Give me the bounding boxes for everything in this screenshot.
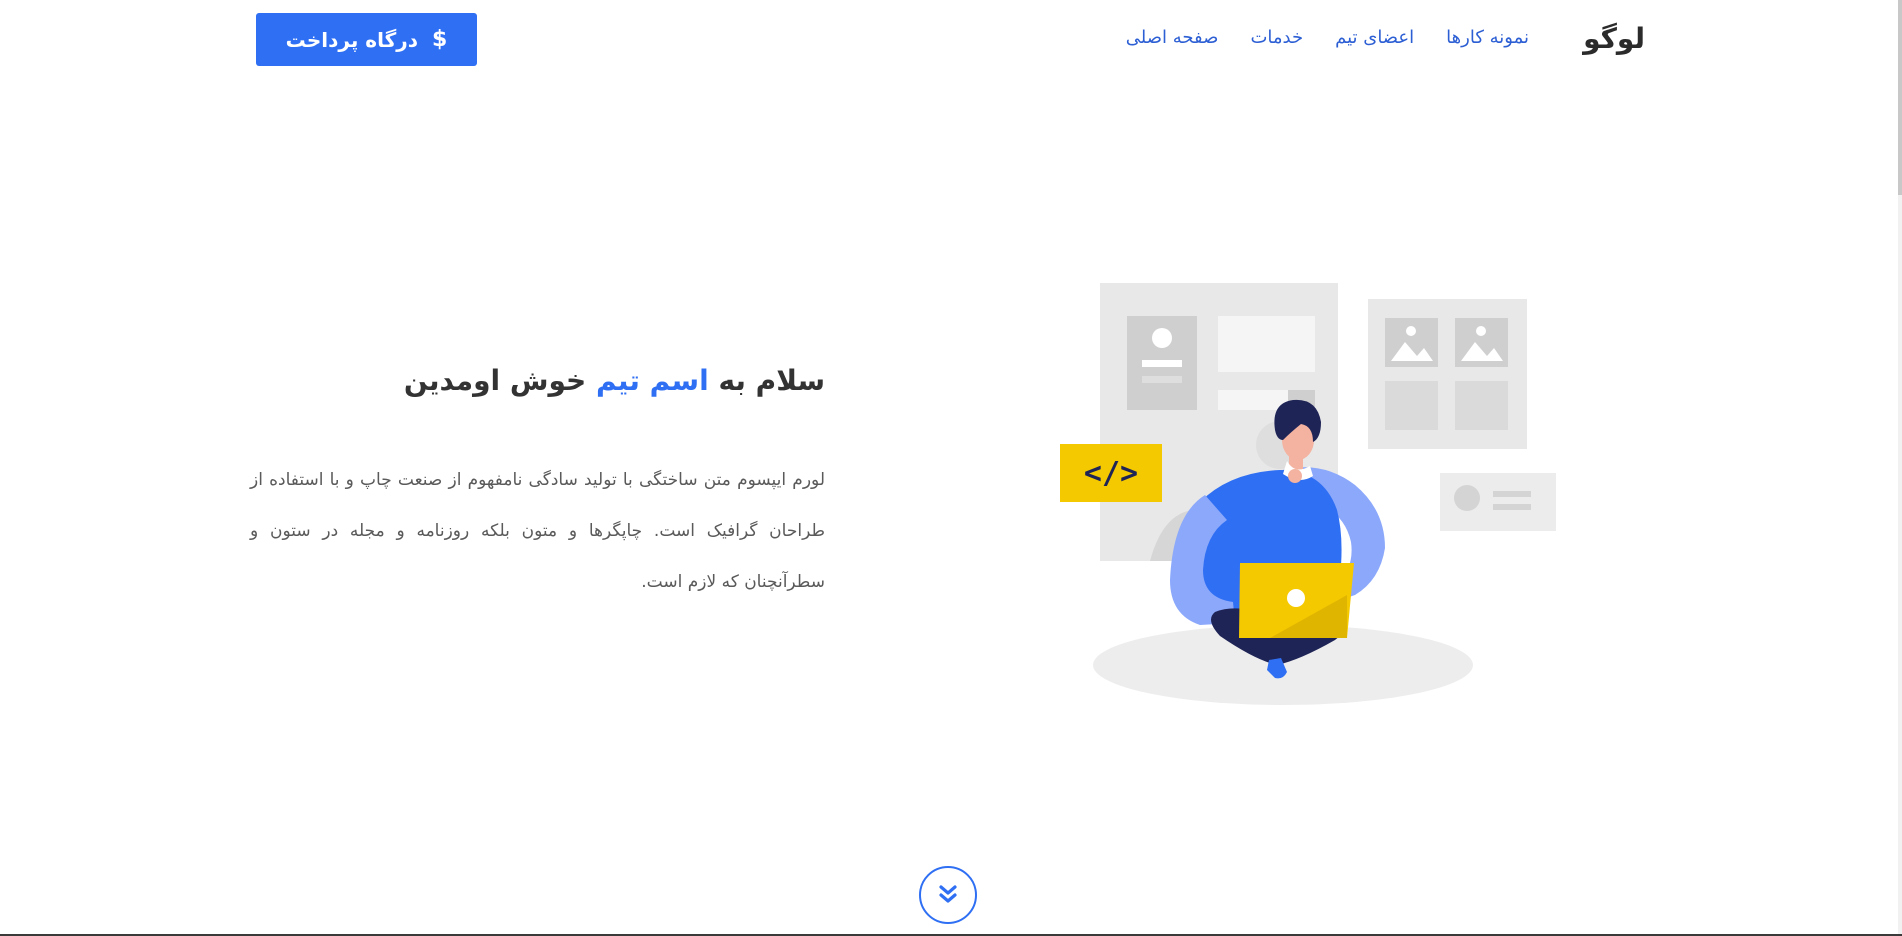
payment-gateway-button[interactable]: $ درگاه پرداخت: [256, 13, 477, 66]
profile-avatar: [1152, 328, 1172, 348]
hero-paragraph: لورم ایپسوم متن ساختگی با تولید سادگی نا…: [250, 470, 825, 592]
image-thumb-4: [1455, 381, 1508, 430]
nav-link-home[interactable]: صفحه اصلی: [1126, 27, 1219, 48]
scrollbar-thumb[interactable]: [1898, 0, 1902, 195]
profile-line-1: [1142, 360, 1182, 367]
landing-page: لوگو صفحه اصلی خدمات اعضای تیم نمونه کار…: [0, 0, 1902, 936]
logo[interactable]: لوگو: [1583, 22, 1645, 55]
hero-title-accent: اسم تیم: [595, 364, 709, 397]
scroll-down-button[interactable]: [919, 866, 977, 924]
hero-illustration: </>: [1060, 283, 1556, 705]
dollar-icon: $: [432, 27, 448, 52]
hero-title: سلام به اسم تیم خوش اومدین: [404, 364, 825, 397]
profile-line-2: [1142, 376, 1182, 383]
nav-link-services[interactable]: خدمات: [1250, 27, 1303, 48]
payment-gateway-label: درگاه پرداخت: [285, 27, 419, 52]
laptop-logo: [1287, 589, 1305, 607]
scrollbar-track[interactable]: [1898, 0, 1902, 936]
chevron-double-down-icon: [939, 885, 957, 903]
nav-link-portfolio[interactable]: نمونه کارها: [1446, 27, 1529, 48]
code-tag-label: </>: [1084, 456, 1138, 491]
nav-link-team[interactable]: اعضای تیم: [1335, 27, 1414, 48]
image-thumb-3: [1385, 381, 1438, 430]
ui-box-large: [1218, 316, 1315, 372]
hero-title-start: سلام به: [718, 364, 825, 397]
hero-title-end: خوش اومدین: [403, 364, 587, 397]
main-nav: صفحه اصلی خدمات اعضای تیم نمونه کارها: [1126, 27, 1529, 48]
